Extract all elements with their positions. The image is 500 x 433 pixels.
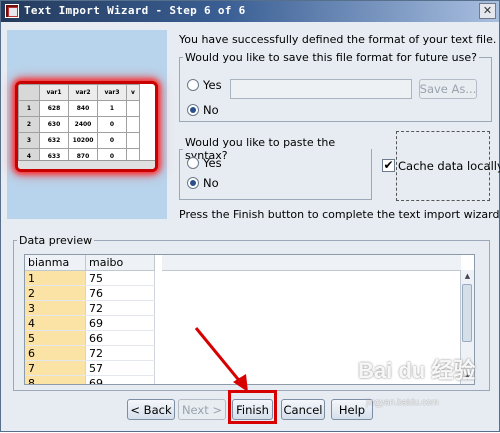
table-row: 8 69 [25,375,155,384]
save-format-yes-label: Yes [203,78,222,92]
cache-data-checkbox[interactable]: ✔ [382,159,395,172]
preview-cell: 72 [85,345,155,361]
illustration-cell: 632 [39,132,69,149]
preview-cell: 66 [85,330,155,346]
paste-syntax-yes-radio[interactable] [187,157,199,169]
preview-cell: 6 [25,345,86,361]
illustration-col-header: var3 [97,84,127,101]
preview-cell: 7 [25,360,86,376]
preview-cell: 3 [25,300,86,316]
preview-column-header[interactable]: maibo [85,255,155,271]
save-as-button[interactable]: Save As... [419,79,477,99]
illustration-col-header: var2 [68,84,98,101]
preview-column-header[interactable]: bianma [25,255,86,271]
app-icon [5,4,19,18]
help-button-label: Help [338,402,366,417]
illustration-cell: 628 [39,100,69,117]
save-format-question: Would you like to save this file format … [185,51,477,64]
illustration-cell: 2400 [68,116,98,133]
save-as-label: Save As... [419,82,477,96]
back-button[interactable]: < Back [127,399,175,420]
table-row: 5 66 [25,330,155,346]
cancel-button[interactable]: Cancel [281,399,325,420]
checkmark-icon: ✔ [383,158,394,172]
paste-syntax-no-label: No [203,176,219,190]
preview-cell: 57 [85,360,155,376]
illustration-cell: 0 [97,116,127,133]
illustration-cell: 840 [68,100,98,117]
table-row: 4 69 [25,315,155,331]
preview-cell: 69 [85,315,155,331]
paste-syntax-yes-label: Yes [203,156,222,170]
illustration-cell [126,100,140,117]
preview-cell: 1 [25,270,86,286]
scrollbar-thumb[interactable] [462,284,472,342]
save-format-no-option[interactable]: No [187,103,219,117]
table-row: 6 72 [25,345,155,361]
title-bar[interactable]: Text Import Wizard - Step 6 of 6 ✕ [1,1,499,22]
paste-syntax-yes-option[interactable]: Yes [187,156,222,170]
illustration-table: var1 var2 var3 v 1 628 840 1 2 630 2400 … [18,84,140,165]
data-preview-legend: Data preview [19,234,93,247]
save-format-yes-option[interactable]: Yes [187,78,222,92]
finish-instruction-text: Press the Finish button to complete the … [179,208,500,221]
illustration-row: 1 628 840 1 [18,100,140,117]
table-row: 3 72 [25,300,155,316]
illustration-cell: 1 [97,100,127,117]
illustration-row: 2 630 2400 0 [18,116,140,133]
preview-cell: 5 [25,330,86,346]
cancel-button-label: Cancel [283,402,323,417]
illustration-row-number: 3 [18,132,40,149]
table-row: 7 57 [25,360,155,376]
preview-header-row: bianma maibo [25,255,155,271]
baidu-watermark-logo: Bai du 经验 [358,358,476,383]
close-icon: ✕ [482,4,493,17]
next-button-label: Next > [181,402,223,417]
illustration-cell: 10200 [68,132,98,149]
illustration-header-row: var1 var2 var3 v [18,84,140,101]
baidu-watermark-url: jingyan.baidu.com [366,397,439,407]
window-title: Text Import Wizard - Step 6 of 6 [24,4,246,17]
illustration-cell: 630 [39,116,69,133]
illustration-scrollbar [18,160,155,169]
illustration-corner-cell [18,84,40,101]
illustration-cell [126,116,140,133]
wizard-illustration: var1 var2 var3 v 1 628 840 1 2 630 2400 … [7,30,167,219]
cache-data-label[interactable]: Cache data locally [398,159,500,173]
save-format-filename-input[interactable] [230,79,412,99]
paste-syntax-no-radio[interactable] [187,177,199,189]
illustration-row-number: 2 [18,116,40,133]
text-import-wizard-window: Text Import Wizard - Step 6 of 6 ✕ var1 … [0,0,500,432]
illustration-col-header: var1 [39,84,69,101]
preview-cell: 4 [25,315,86,331]
illustration-col-header: v [126,84,140,101]
next-button[interactable]: Next > [178,399,226,420]
preview-cell: 69 [85,375,155,384]
illustration-cell: 0 [97,132,127,149]
scroll-up-arrow-icon[interactable]: ▲ [462,271,473,282]
preview-cell: 76 [85,285,155,301]
save-format-no-label: No [203,103,219,117]
preview-cell: 2 [25,285,86,301]
preview-header-filler [162,255,461,271]
illustration-row: 3 632 10200 0 [18,132,140,149]
preview-cell: 8 [25,375,86,384]
save-format-no-radio[interactable] [187,104,199,116]
preview-cell: 72 [85,300,155,316]
illustration-cell [126,132,140,149]
paste-syntax-no-option[interactable]: No [187,176,219,190]
illustration-data-grid: var1 var2 var3 v 1 628 840 1 2 630 2400 … [15,81,158,172]
save-format-yes-radio[interactable] [187,79,199,91]
table-row: 2 76 [25,285,155,301]
close-button[interactable]: ✕ [479,3,496,19]
finish-highlight-box [228,390,277,424]
back-button-label: < Back [130,402,172,417]
preview-cell: 75 [85,270,155,286]
illustration-row-number: 1 [18,100,40,117]
intro-text: You have successfully defined the format… [179,33,497,46]
data-preview-table: bianma maibo 1 75 2 76 3 72 4 69 5 66 6 … [25,255,155,384]
table-row: 1 75 [25,270,155,286]
